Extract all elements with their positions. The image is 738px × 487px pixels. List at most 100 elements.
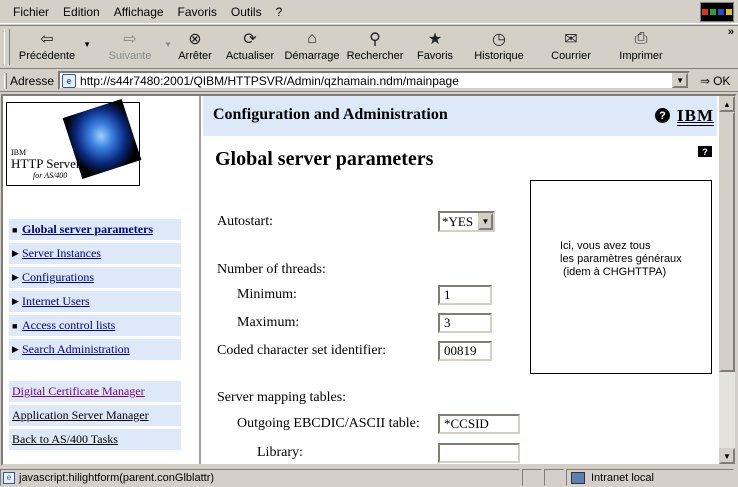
ibm-logo[interactable]: IBM [677,106,714,126]
home-button[interactable]: ⌂ Démarrage [280,26,344,68]
address-bar: Adresse e http://s44r7480:2001/QIBM/HTTP… [0,70,738,92]
search-label: Rechercher [346,50,404,62]
stop-label: Arrêter [178,50,212,62]
toolbar-grip[interactable] [4,29,10,65]
outgoing-table-input[interactable]: *CCSID [438,414,520,434]
info-text: Ici, vous avez tous les paramètres génér… [560,240,682,278]
nav-item-search-administration[interactable]: ▶ Search Administration [9,339,181,360]
nav-item-access-control-lists[interactable]: ■ Access control lists [9,315,181,336]
windows-logo-icon [700,2,734,22]
square-bullet-icon: ■ [12,320,18,331]
home-icon: ⌂ [307,30,317,47]
page-status-icon: e [3,471,15,484]
favorites-icon: ★ [427,31,443,48]
triangle-right-icon: ▶ [12,248,19,258]
nav-item-label: Configurations [22,270,94,284]
stop-button[interactable]: ⊗ Arrêter [170,26,220,68]
status-text: javascript:hilightform(parent.conGlblatt… [19,471,215,484]
browser-window: Fichier Edition Affichage Favoris Outils… [0,0,738,487]
nav-item-global-server-parameters[interactable]: ■ Global server parameters [9,219,181,240]
autostart-label: Autostart: [217,214,273,229]
vertical-scrollbar[interactable]: ▲ ▼ [719,96,735,464]
menu-bar: Fichier Edition Affichage Favoris Outils… [0,0,738,24]
ccsid-input[interactable]: 00819 [438,341,492,361]
link-label: Application Server Manager [12,408,149,422]
nav-item-internet-users[interactable]: ▶ Internet Users [9,291,181,312]
forward-button[interactable]: ⇨ Suivante ▼ [90,26,172,68]
address-dropdown-icon[interactable]: ▼ [672,73,689,88]
print-button[interactable]: ⎙ Imprimer [610,26,672,68]
minimum-input[interactable]: 1 [438,285,492,305]
stop-icon: ⊗ [188,31,202,48]
square-bullet-icon: ■ [12,224,18,235]
favorites-button[interactable]: ★ Favoris [406,26,464,68]
address-input[interactable]: e http://s44r7480:2001/QIBM/HTTPSVR/Admi… [58,71,691,90]
help-icon[interactable]: ? [655,108,670,123]
go-label: OK [713,73,731,88]
status-cell [544,469,564,486]
main-frame: Configuration and Administration ? IBM G… [203,96,717,464]
refresh-icon: ⟳ [243,31,257,48]
triangle-right-icon: ▶ [12,272,19,282]
security-zone: Intranet local [566,469,734,486]
scroll-thumb[interactable] [719,112,735,372]
library-input[interactable] [438,443,520,463]
back-label: Précédente [18,50,76,62]
status-bar: e javascript:hilightform(parent.conGlbla… [0,468,738,487]
link-application-server-manager[interactable]: Application Server Manager [9,405,181,426]
library-label: Library: [257,445,303,460]
nav-item-label: Internet Users [22,294,90,308]
zone-label: Intranet local [591,471,654,484]
refresh-button[interactable]: ⟳ Actualiser [220,26,280,68]
nav-item-label: Server Instances [22,246,101,260]
logo-line3: for AS/400 [33,171,68,180]
address-grip[interactable] [4,72,7,89]
autostart-select[interactable]: *YES ▼ [438,211,495,232]
nav-item-label: Global server parameters [22,222,154,236]
search-icon: ⚲ [369,31,381,48]
page-icon: e [62,73,77,88]
menu-help[interactable]: ? [269,0,290,24]
info-box: Ici, vous avez tous les paramètres génér… [530,180,712,374]
select-dropdown-icon[interactable]: ▼ [478,213,493,230]
triangle-right-icon: ▶ [12,296,19,306]
scroll-up-icon[interactable]: ▲ [719,96,735,112]
logo-line2: HTTP Server [11,156,81,171]
toolbar-more-chevron[interactable]: » [728,26,734,38]
back-button[interactable]: ⇦ Précédente ▼ [12,26,91,68]
status-cell [522,469,542,486]
menu-favoris[interactable]: Favoris [171,0,224,24]
go-arrow-icon: ⇒ [700,73,711,88]
go-button[interactable]: ⇒ OK [700,74,730,88]
print-label: Imprimer [619,50,663,62]
ibm-http-server-logo: IBM HTTP Server for AS/400 [6,98,142,186]
nav-item-server-instances[interactable]: ▶ Server Instances [9,243,181,264]
outgoing-table-label: Outgoing EBCDIC/ASCII table: [237,416,420,431]
autostart-value: *YES [442,214,474,229]
ccsid-label: Coded character set identifier: [217,343,387,358]
menu-fichier[interactable]: Fichier [6,0,56,24]
nav-item-configurations[interactable]: ▶ Configurations [9,267,181,288]
maximum-input[interactable]: 3 [438,313,492,333]
toolbar: ⇦ Précédente ▼ ⇨ Suivante ▼ ⊗ Arrêter ⟳ … [0,25,738,69]
history-button[interactable]: ◷ Historique [464,26,534,68]
menu-affichage[interactable]: Affichage [107,0,171,24]
refresh-label: Actualiser [225,50,275,62]
back-arrow-icon: ⇦ [40,31,54,48]
forward-label: Suivante [108,50,152,62]
scroll-down-icon[interactable]: ▼ [719,448,735,464]
link-back-to-as400-tasks[interactable]: Back to AS/400 Tasks [9,429,181,450]
address-url: http://s44r7480:2001/QIBM/HTTPSVR/Admin/… [80,73,459,88]
nav-item-label: Search Administration [22,342,130,356]
search-button[interactable]: ⚲ Rechercher [344,26,406,68]
page-title: Global server parameters [215,148,434,170]
mapping-tables-label: Server mapping tables: [217,390,347,405]
left-nav-frame: IBM HTTP Server for AS/400 ■ Global serv… [3,96,201,464]
mail-button[interactable]: ✉ Courrier [540,26,602,68]
link-digital-certificate-manager[interactable]: Digital Certificate Manager [9,381,181,402]
printer-icon: ⎙ [634,30,648,47]
context-help-icon[interactable]: ? [698,146,712,157]
menu-outils[interactable]: Outils [224,0,269,24]
menu-edition[interactable]: Edition [56,0,107,24]
favorites-label: Favoris [416,50,454,62]
